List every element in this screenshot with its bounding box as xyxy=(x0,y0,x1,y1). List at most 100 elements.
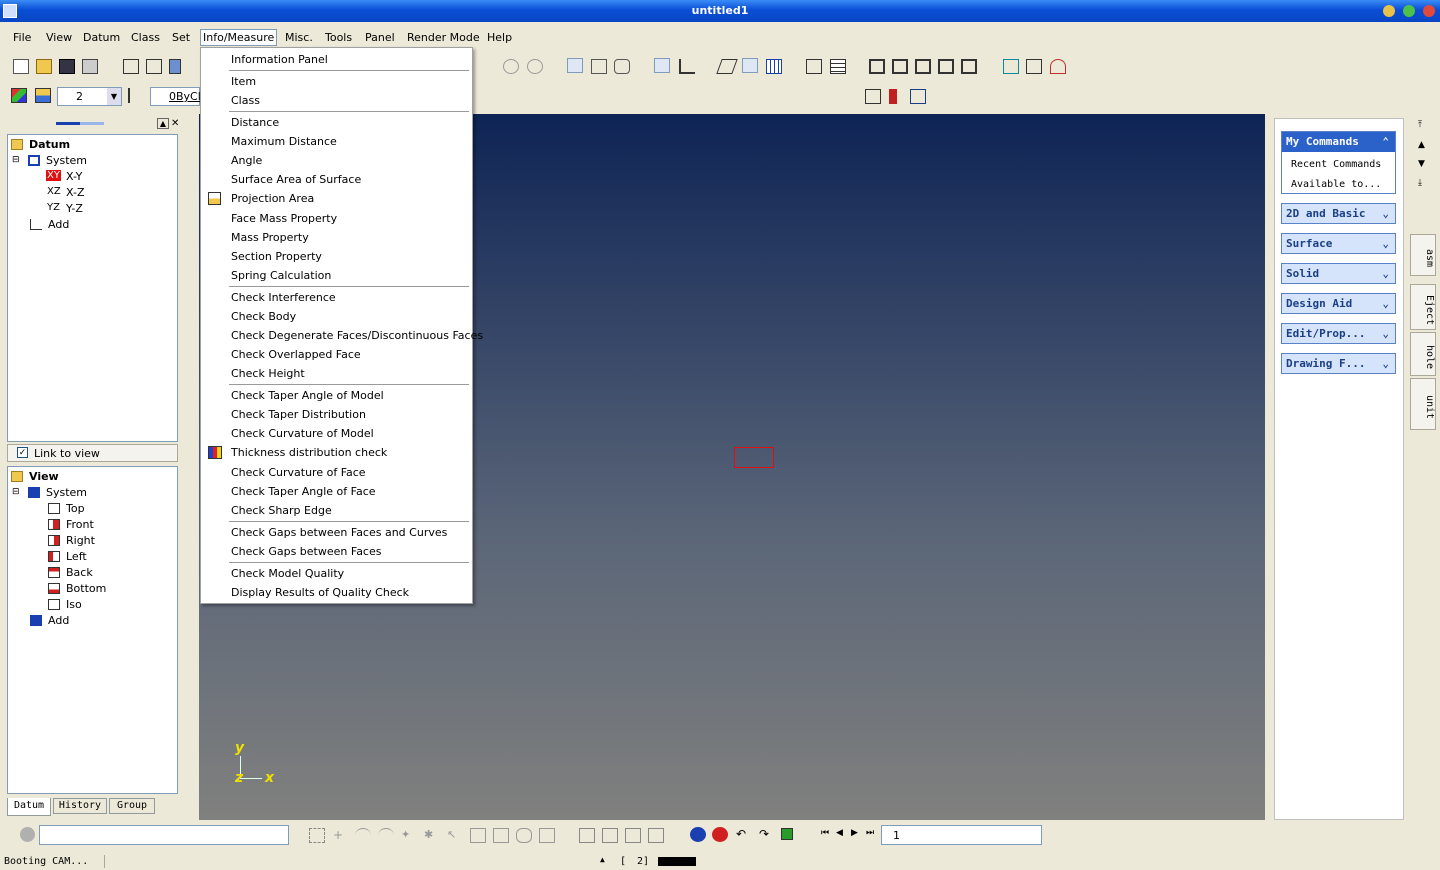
menu-item-check-interference[interactable]: Check Interference xyxy=(231,291,336,304)
menu-item-check-body[interactable]: Check Body xyxy=(231,310,296,323)
menu-datum[interactable]: Datum xyxy=(83,31,120,44)
tab-datum[interactable]: Datum xyxy=(7,798,51,816)
render-icon[interactable] xyxy=(742,58,758,73)
menu-item-check-taper-angle-model[interactable]: Check Taper Angle of Model xyxy=(231,389,384,402)
menu-item-maximum-distance[interactable]: Maximum Distance xyxy=(231,135,337,148)
group-edit-prop[interactable]: Edit/Prop... ⌄ xyxy=(1281,323,1396,344)
curve-icon[interactable] xyxy=(378,828,394,843)
view-left[interactable]: Left xyxy=(66,550,87,563)
first-page-icon[interactable]: ⏮ xyxy=(821,828,837,843)
rotate-left-icon[interactable] xyxy=(503,59,519,74)
view-add[interactable]: Add xyxy=(48,614,69,627)
chevron-up-icon[interactable]: ⌃ xyxy=(1382,135,1389,148)
pan-icon[interactable] xyxy=(567,58,583,73)
corner-icon[interactable] xyxy=(679,59,695,74)
menu-item-thickness-distribution[interactable]: Thickness distribution check xyxy=(231,446,387,459)
datum-yz[interactable]: Y-Z xyxy=(66,202,83,215)
menu-item-section-property[interactable]: Section Property xyxy=(231,250,322,263)
menu-class[interactable]: Class xyxy=(131,31,160,44)
menu-item-check-sharp-edge[interactable]: Check Sharp Edge xyxy=(231,504,332,517)
cube-icon[interactable] xyxy=(781,828,793,840)
menu-item-display-quality-results[interactable]: Display Results of Quality Check xyxy=(231,586,409,599)
vtab-eject[interactable]: Eject xyxy=(1410,284,1436,330)
scroll-bottom-icon[interactable]: ⤓ xyxy=(1418,178,1422,188)
help-icon[interactable] xyxy=(690,827,706,842)
book-icon[interactable] xyxy=(1003,59,1019,74)
my-commands-header[interactable]: My Commands ⌃ xyxy=(1282,132,1395,152)
menu-item-check-gaps-faces-curves[interactable]: Check Gaps between Faces and Curves xyxy=(231,526,447,539)
info-icon[interactable] xyxy=(889,89,897,104)
open-book-icon[interactable] xyxy=(1026,59,1042,74)
view-front-btn-icon[interactable] xyxy=(579,828,595,843)
menu-item-check-curvature-face[interactable]: Check Curvature of Face xyxy=(231,466,366,479)
datum-system[interactable]: System xyxy=(46,154,87,167)
page-field[interactable]: 1 xyxy=(881,825,1042,845)
link-checkbox[interactable]: ✓ xyxy=(17,447,28,458)
menu-item-check-gaps-faces[interactable]: Check Gaps between Faces xyxy=(231,545,381,558)
menu-item-check-height[interactable]: Check Height xyxy=(231,367,305,380)
surface-icon[interactable] xyxy=(716,59,738,74)
shaded-box-icon[interactable] xyxy=(169,59,181,74)
menu-item-spring-calculation[interactable]: Spring Calculation xyxy=(231,269,331,282)
measure-icon[interactable] xyxy=(865,89,881,104)
datum-add[interactable]: Add xyxy=(48,218,69,231)
plus-icon[interactable]: + xyxy=(333,828,349,843)
group-2d-basic[interactable]: 2D and Basic ⌄ xyxy=(1281,203,1396,224)
panel-pin-button[interactable]: ▲ xyxy=(157,118,169,129)
view-front[interactable]: Front xyxy=(66,518,94,531)
datum-xy[interactable]: X-Y xyxy=(66,170,82,183)
rotate-right-icon[interactable] xyxy=(527,59,543,74)
menu-item-projection-area[interactable]: Projection Area xyxy=(231,192,314,205)
panel-close-button[interactable]: ✕ xyxy=(171,118,182,129)
command-input[interactable] xyxy=(39,825,289,845)
collapse-icon[interactable]: ⊟ xyxy=(12,487,20,497)
layout-1-icon[interactable] xyxy=(869,59,885,74)
view-iso-btn-icon[interactable] xyxy=(625,828,641,843)
menu-item-check-overlapped-face[interactable]: Check Overlapped Face xyxy=(231,348,361,361)
color-icon[interactable] xyxy=(11,88,27,103)
menu-misc[interactable]: Misc. xyxy=(285,31,313,44)
redo-icon[interactable]: ↷ xyxy=(759,827,775,842)
group-solid[interactable]: Solid ⌄ xyxy=(1281,263,1396,284)
view-side-btn-icon[interactable] xyxy=(602,828,618,843)
maximize-button[interactable] xyxy=(1403,5,1415,17)
next-page-icon[interactable]: ▶ xyxy=(851,828,867,843)
arc-icon[interactable] xyxy=(355,828,371,843)
menu-item-mass-property[interactable]: Mass Property xyxy=(231,231,309,244)
vtab-unit[interactable]: unit xyxy=(1410,378,1436,430)
view-system[interactable]: System xyxy=(46,486,87,499)
stop-icon[interactable] xyxy=(712,827,728,842)
print-icon[interactable] xyxy=(82,59,98,74)
menu-item-surface-area[interactable]: Surface Area of Surface xyxy=(231,173,361,186)
layout-4-icon[interactable] xyxy=(938,59,954,74)
view-top[interactable]: Top xyxy=(66,502,85,515)
scroll-top-icon[interactable]: ⤒ xyxy=(1418,120,1422,130)
prev-page-icon[interactable]: ◀ xyxy=(836,828,852,843)
last-page-icon[interactable]: ⏭ xyxy=(866,828,882,843)
minimize-button[interactable] xyxy=(1383,5,1395,17)
scroll-down-icon[interactable]: ▼ xyxy=(1418,159,1425,169)
layer-select[interactable]: 2 ▼ xyxy=(57,87,122,106)
wire-box-icon[interactable] xyxy=(146,59,162,74)
menu-item-angle[interactable]: Angle xyxy=(231,154,262,167)
menu-item-check-curvature-model[interactable]: Check Curvature of Model xyxy=(231,427,374,440)
view-iso[interactable]: Iso xyxy=(66,598,82,611)
calendar-icon[interactable] xyxy=(910,89,926,104)
group-drawing[interactable]: Drawing F... ⌄ xyxy=(1281,353,1396,374)
pointer-icon[interactable]: ↖ xyxy=(447,828,463,843)
help-user-icon[interactable] xyxy=(1050,59,1066,74)
zoom-window-icon[interactable] xyxy=(591,59,607,74)
menu-item-distance[interactable]: Distance xyxy=(231,116,279,129)
linestyle-select[interactable]: 0ByCl xyxy=(150,87,201,106)
layout-5-icon[interactable] xyxy=(961,59,977,74)
menu-tools[interactable]: Tools xyxy=(325,31,352,44)
tab-group[interactable]: Group xyxy=(109,798,155,814)
menu-item-item[interactable]: Item xyxy=(231,75,256,88)
cancel-icon[interactable] xyxy=(20,827,35,842)
view-bottom[interactable]: Bottom xyxy=(66,582,106,595)
view-root[interactable]: View xyxy=(29,470,59,483)
grid-icon[interactable] xyxy=(766,59,782,74)
undo-icon[interactable]: ↶ xyxy=(736,827,752,842)
chevron-down-icon[interactable]: ▼ xyxy=(107,88,121,105)
menu-info-measure[interactable]: Info/Measure xyxy=(200,29,278,46)
